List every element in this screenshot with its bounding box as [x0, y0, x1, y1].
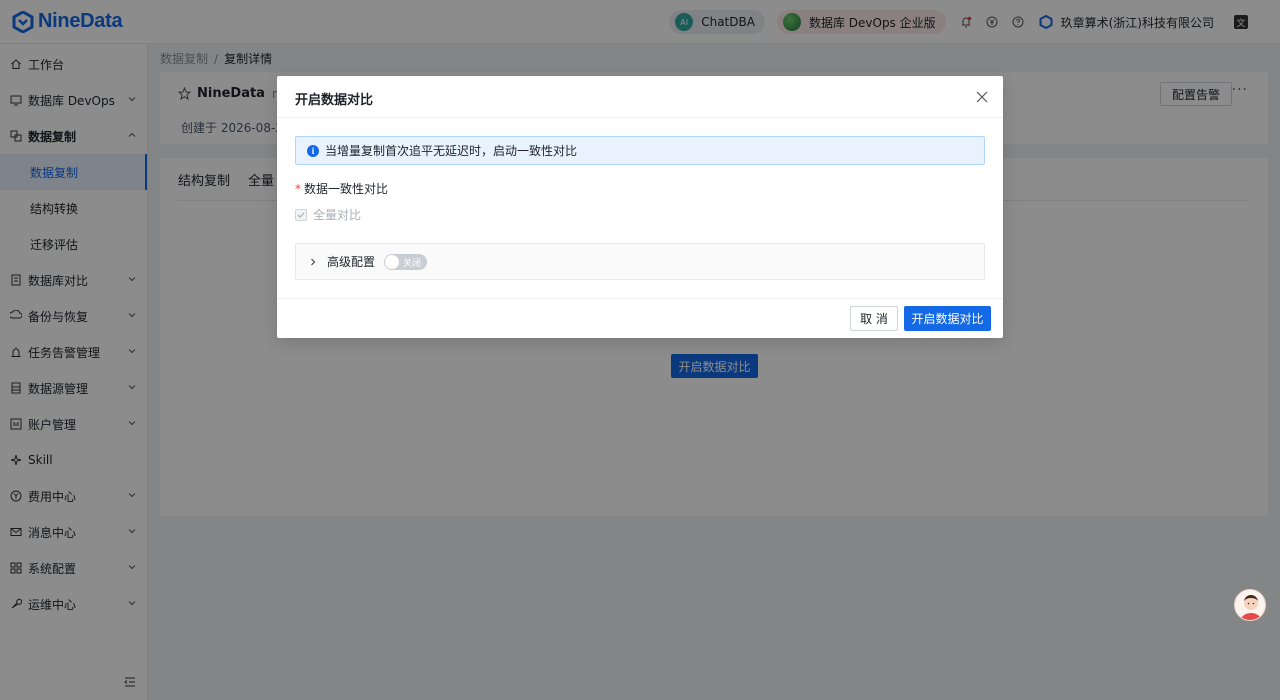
start-compare-modal: 开启数据对比 i 当增量复制首次追平无延迟时，启动一致性对比 * 数据一致性对比 …	[277, 76, 1003, 338]
modal-title: 开启数据对比	[295, 93, 374, 108]
advanced-config-toggle[interactable]: 关闭	[384, 253, 428, 270]
info-text: 当增量复制首次追平无延迟时，启动一致性对比	[325, 144, 578, 158]
info-icon: i	[307, 144, 319, 157]
consistency-compare-label: * 数据一致性对比	[295, 180, 388, 197]
toggle-label: 关闭	[403, 258, 422, 269]
modal-footer-divider	[277, 298, 1003, 299]
consistency-compare-label-text: 数据一致性对比	[304, 182, 389, 196]
close-icon[interactable]	[975, 90, 989, 104]
advanced-config-label: 高级配置	[327, 255, 376, 269]
cancel-button[interactable]: 取 消	[850, 306, 898, 331]
full-compare-checkbox[interactable]: 全量对比	[295, 206, 361, 223]
required-mark: *	[295, 182, 301, 196]
full-compare-label: 全量对比	[313, 208, 362, 222]
modal-header-divider	[277, 117, 1003, 118]
assistant-avatar[interactable]	[1234, 589, 1266, 621]
chevron-right-icon[interactable]	[308, 257, 318, 267]
info-alert: i 当增量复制首次追平无延迟时，启动一致性对比	[295, 136, 985, 165]
start-compare-button[interactable]: 开启数据对比	[904, 306, 991, 331]
checkbox-checked-icon	[295, 208, 307, 221]
toggle-knob	[385, 254, 400, 269]
advanced-config-panel[interactable]: 高级配置 关闭	[295, 243, 985, 280]
